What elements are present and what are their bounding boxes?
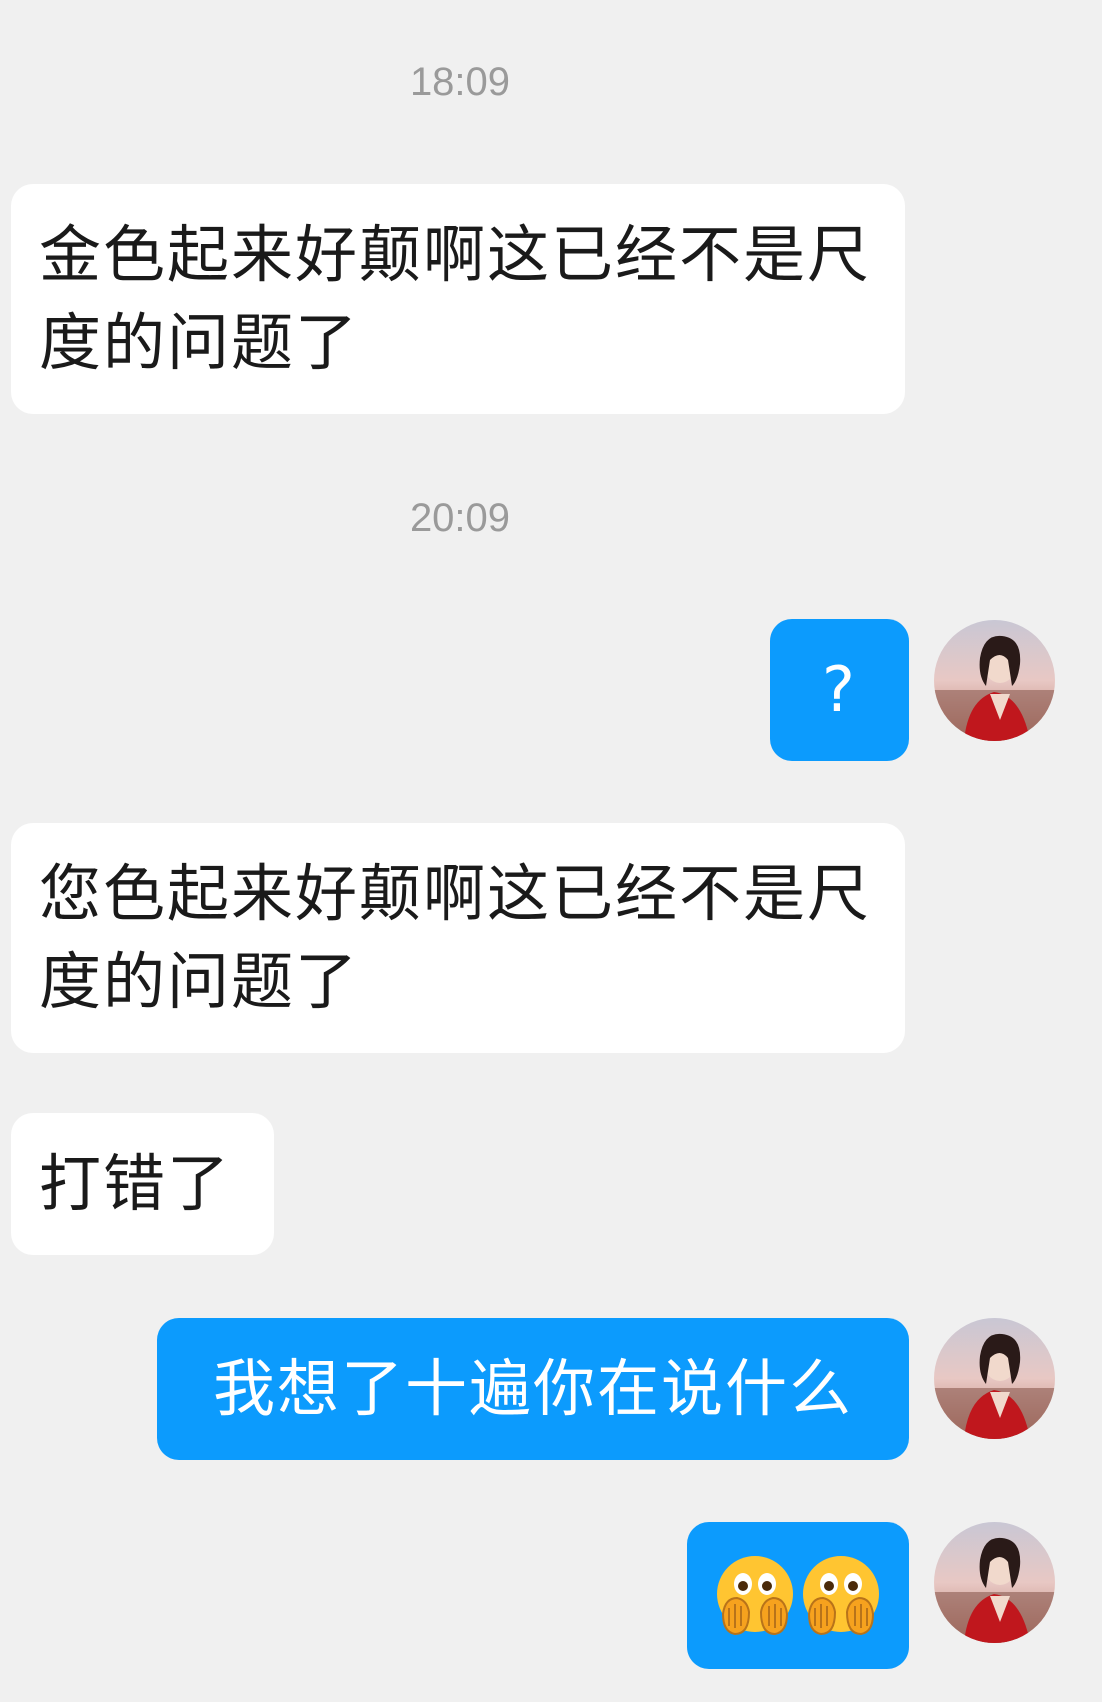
hands-over-mouth-emoji-icon <box>717 1555 793 1635</box>
avatar-photo <box>934 620 1055 741</box>
outgoing-message-bubble[interactable] <box>687 1522 909 1669</box>
incoming-message-bubble[interactable]: 金色起来好颠啊这已经不是尺度的问题了 <box>11 184 905 414</box>
message-text: 我想了十遍你在说什么 <box>212 1352 853 1425</box>
avatar-photo <box>934 1522 1055 1643</box>
timestamp: 18:09 <box>409 60 511 104</box>
timestamp: 20:09 <box>409 496 511 540</box>
hands-over-mouth-emoji-icon <box>803 1555 879 1635</box>
user-avatar[interactable] <box>934 1522 1055 1643</box>
user-avatar[interactable] <box>934 620 1055 741</box>
message-text: ? <box>822 653 857 726</box>
user-avatar[interactable] <box>934 1318 1055 1439</box>
message-text: 金色起来好颠啊这已经不是尺度的问题了 <box>39 218 872 379</box>
outgoing-message-bubble[interactable]: ? <box>770 619 909 761</box>
outgoing-message-bubble[interactable]: 我想了十遍你在说什么 <box>157 1318 909 1460</box>
avatar-photo <box>934 1318 1055 1439</box>
incoming-message-bubble[interactable]: 打错了 <box>11 1113 274 1255</box>
message-text: 您色起来好颠啊这已经不是尺度的问题了 <box>39 857 872 1018</box>
message-text: 打错了 <box>39 1147 232 1220</box>
incoming-message-bubble[interactable]: 您色起来好颠啊这已经不是尺度的问题了 <box>11 823 905 1053</box>
